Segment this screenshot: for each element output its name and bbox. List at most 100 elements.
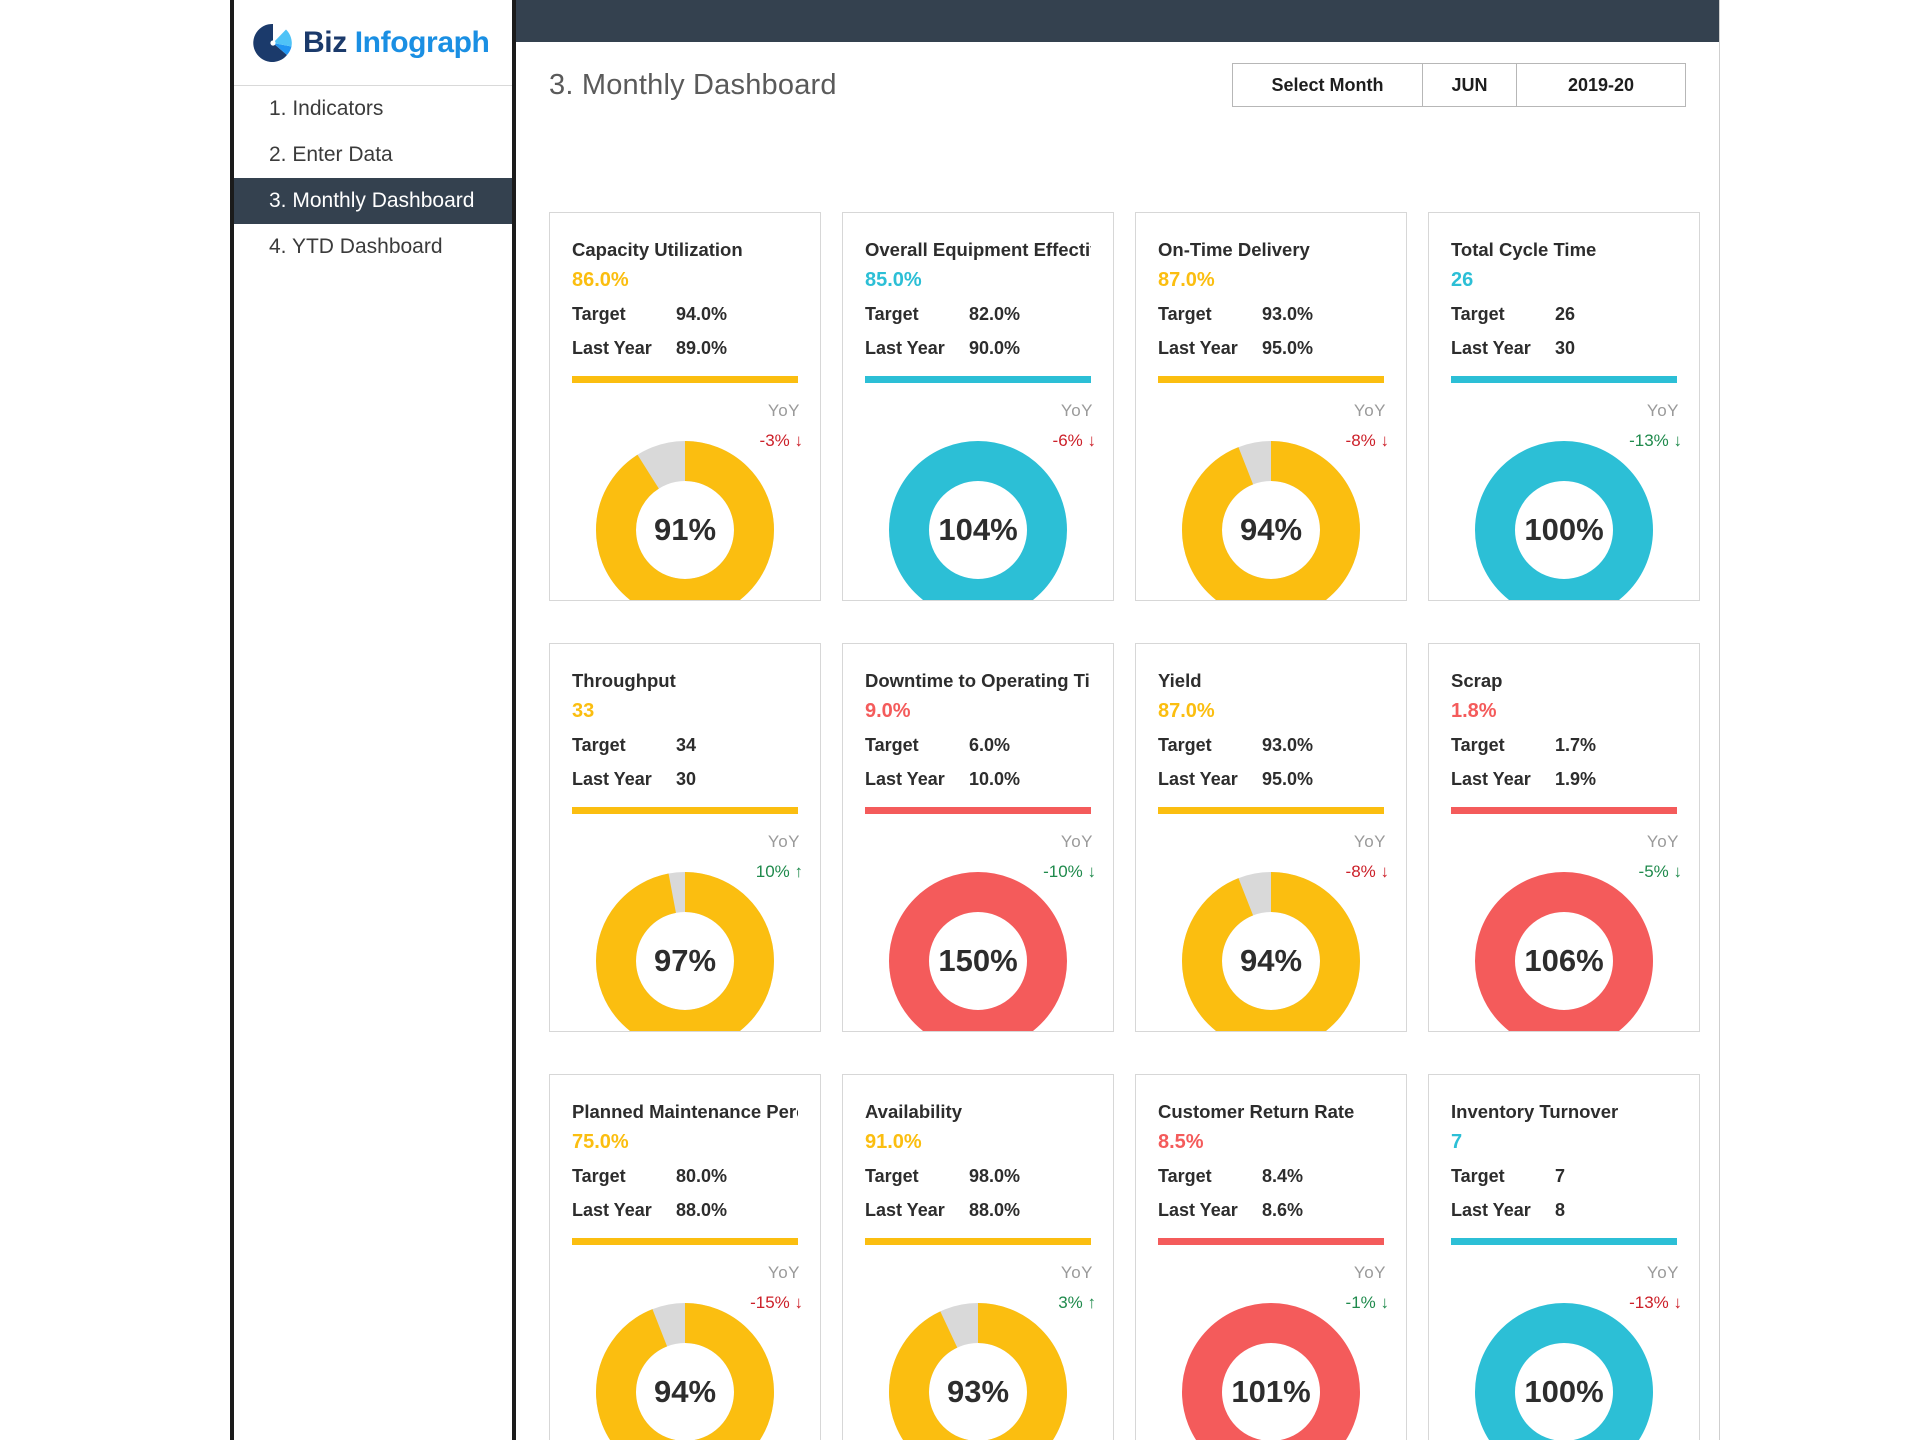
target-value: 94.0% [676,304,728,324]
kpi-actual-value: 86.0% [572,269,629,291]
kpi-donut-chart: 104% [889,441,1067,600]
kpi-detail-row: Last Year 90.0% [865,331,1091,365]
kpi-card-header: Scrap 1.8% Target 1.7% Last Year 1.9% [1429,644,1699,814]
kpi-card-header: Customer Return Rate 8.5% Target 8.4% Last Y… [1136,1075,1406,1245]
yoy-label: YoY [767,401,800,420]
target-label: Target [1158,1166,1212,1186]
kpi-title: Inventory Turnover [1451,1101,1619,1122]
sidebar-item-label: 1. Indicators [269,97,384,120]
sidebar-item-4[interactable]: 4. YTD Dashboard [234,224,512,270]
kpi-detail-row: Target 94.0% [572,297,798,331]
donut-center-label: 97% [653,943,717,978]
donut-center-label: 100% [1524,512,1604,547]
kpi-accent-underline [1451,376,1677,383]
kpi-detail-row: Target 80.0% [572,1159,798,1193]
kpi-title: Downtime to Operating Tim [865,670,1091,691]
yoy-label: YoY [1353,832,1386,851]
kpi-card-header: Planned Maintenance Perce 75.0% Target 80.0… [550,1075,820,1245]
yoy-label: YoY [1353,1263,1386,1282]
target-value: 34 [676,735,697,755]
target-label: Target [572,735,626,755]
kpi-actual-value: 87.0% [1158,269,1215,291]
select-month-label[interactable]: Select Month [1233,64,1423,106]
target-value: 80.0% [676,1166,728,1186]
donut-center-label: 91% [653,512,717,547]
kpi-detail-row: Target 26 [1451,297,1677,331]
target-value: 7 [1555,1166,1566,1186]
last-year-label: Last Year [1158,769,1238,789]
kpi-card-header: Overall Equipment Effective 85.0% Target 82… [843,213,1113,383]
sidebar-item-1[interactable]: 1. Indicators [234,86,512,132]
kpi-card-body: YoY -13% ↓ 100% [1429,383,1699,600]
last-year-label: Last Year [1451,1200,1531,1220]
kpi-donut-chart: 97% [596,872,774,1031]
yoy-label: YoY [1646,1263,1679,1282]
kpi-actual-value: 33 [572,700,595,722]
target-value: 8.4% [1262,1166,1304,1186]
kpi-donut-chart: 93% [889,1303,1067,1440]
kpi-actual-value: 26 [1451,269,1474,291]
brand-name: Biz Infograph [303,25,490,60]
main-panel: 3. Monthly Dashboard Select Month JUN 20… [516,0,1720,1440]
kpi-accent-underline [1451,807,1677,814]
selected-month-value[interactable]: JUN [1423,64,1517,106]
brand-name-biz: Biz [303,25,347,59]
arrow-down-icon: ↓ [794,1293,804,1312]
kpi-card-body: YoY -8% ↓ 94% [1136,814,1406,1031]
kpi-actual-value: 9.0% [865,700,911,722]
kpi-card: Overall Equipment Effective 85.0% Target 82… [842,212,1114,601]
kpi-card-header: Inventory Turnover 7 Target 7 Last Year 8 [1429,1075,1699,1245]
kpi-accent-underline [572,807,798,814]
arrow-up-icon: ↑ [1087,1293,1097,1312]
sidebar-nav: 1. Indicators 2. Enter Data 3. Monthly Das… [234,86,512,270]
pie-chart-logo-icon [253,23,292,62]
last-year-value: 30 [676,769,697,789]
kpi-card-header: Throughput 33 Target 34 Last Year 30 [550,644,820,814]
sidebar-item-3[interactable]: 3. Monthly Dashboard [234,178,512,224]
kpi-card-header: On-Time Delivery 87.0% Target 93.0% Last Yea… [1136,213,1406,383]
kpi-accent-underline [865,807,1091,814]
kpi-detail-row: Target 7 [1451,1159,1677,1193]
arrow-down-icon: ↓ [1673,431,1683,450]
arrow-up-icon: ↑ [794,862,804,881]
kpi-detail-row: Last Year 8 [1451,1193,1677,1227]
kpi-card-body: YoY -6% ↓ 104% [843,383,1113,600]
kpi-detail-row: Target 1.7% [1451,728,1677,762]
selected-year-value[interactable]: 2019-20 [1517,64,1685,106]
last-year-value: 95.0% [1262,338,1314,358]
dashboard-app: Biz Infograph 1. Indicators 2. Enter Data… [0,0,1920,1440]
donut-center-label: 101% [1231,1374,1311,1409]
kpi-detail-row: Last Year 10.0% [865,762,1091,796]
month-selector[interactable]: Select Month JUN 2019-20 [1232,63,1686,107]
last-year-value: 30 [1555,338,1576,358]
kpi-detail-row: Target 93.0% [1158,728,1384,762]
target-label: Target [865,304,919,324]
kpi-card: Inventory Turnover 7 Target 7 Last Year 8 YoY -… [1428,1074,1700,1440]
arrow-down-icon: ↓ [794,431,804,450]
last-year-value: 88.0% [969,1200,1021,1220]
arrow-down-icon: ↓ [1380,431,1390,450]
kpi-detail-row: Last Year 1.9% [1451,762,1677,796]
last-year-value: 89.0% [676,338,728,358]
kpi-card-header: Downtime to Operating Tim 9.0% Target 6.0% L… [843,644,1113,814]
target-value: 93.0% [1262,304,1314,324]
donut-center-label: 106% [1524,943,1604,978]
yoy-label: YoY [1060,832,1093,851]
donut-center-label: 150% [938,943,1018,978]
kpi-title: Scrap [1451,670,1503,691]
kpi-accent-underline [1451,1238,1677,1245]
kpi-actual-value: 7 [1451,1131,1463,1153]
kpi-card-body: YoY -5% ↓ 106% [1429,814,1699,1031]
sidebar-item-2[interactable]: 2. Enter Data [234,132,512,178]
last-year-label: Last Year [572,769,652,789]
top-bar [516,0,1719,42]
donut-center-label: 104% [938,512,1018,547]
target-label: Target [1158,735,1212,755]
sidebar-item-label: 4. YTD Dashboard [269,235,443,258]
target-value: 98.0% [969,1166,1021,1186]
kpi-actual-value: 8.5% [1158,1131,1204,1153]
kpi-card: Scrap 1.8% Target 1.7% Last Year 1.9% YoY -5% ↓… [1428,643,1700,1032]
kpi-title: Planned Maintenance Perce [572,1101,798,1122]
yoy-label: YoY [1646,401,1679,420]
last-year-value: 8 [1555,1200,1566,1220]
